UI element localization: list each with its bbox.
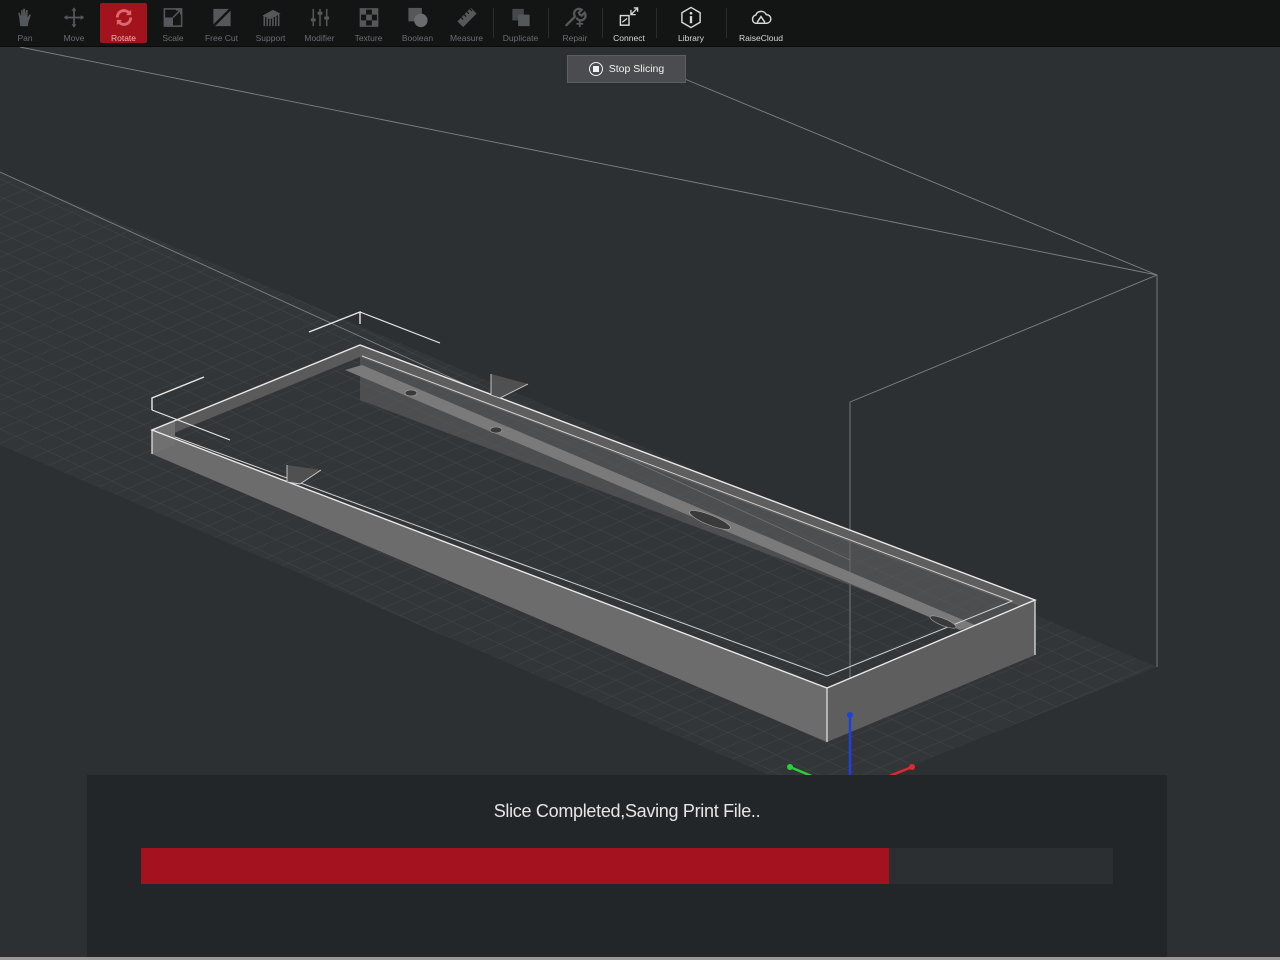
hand-icon [18, 8, 31, 27]
modifier-tool-label: Modifier [304, 33, 335, 43]
library-tool-label: Library [678, 33, 704, 43]
boolean-tool-label: Boolean [401, 33, 434, 43]
support-icon [261, 9, 281, 27]
move-tool-button[interactable]: Move [51, 3, 97, 43]
measure-tool-label: Measure [449, 33, 484, 43]
modifier-sliders-icon [310, 8, 329, 27]
ruler-icon [456, 7, 477, 28]
toolbar-divider [493, 8, 494, 38]
duplicate-tool-label: Duplicate [502, 33, 539, 43]
stop-slicing-label: Stop Slicing [608, 63, 665, 75]
cloud-icon [751, 10, 772, 24]
raisecloud-tool-button[interactable]: RaiseCloud [734, 3, 788, 43]
wrench-icon [565, 7, 587, 28]
pan-tool-button[interactable]: Pan [2, 3, 48, 43]
texture-tool-button[interactable]: Texture [345, 3, 392, 43]
free-cut-tool-label: Free Cut [204, 33, 239, 43]
toolbar-divider [726, 8, 727, 38]
boolean-icon [407, 7, 428, 28]
progress-bar-fill [141, 848, 890, 884]
texture-tool-label: Texture [354, 33, 383, 43]
scale-icon [163, 8, 183, 27]
repair-tool-button[interactable]: Repair [552, 3, 598, 43]
free-cut-icon [212, 8, 231, 27]
toolbar-divider [602, 8, 603, 38]
library-tool-button[interactable]: Library [664, 3, 718, 43]
texture-checker-icon [359, 8, 378, 27]
modifier-tool-button[interactable]: Modifier [296, 3, 343, 43]
support-tool-button[interactable]: Support [247, 3, 294, 43]
toolbar-divider [548, 8, 549, 38]
pan-tool-label: Pan [17, 33, 33, 43]
progress-bar-track [141, 848, 1113, 884]
toolbar-divider [656, 8, 657, 38]
top-toolbar: Pan Move Rotate Scale Free Cut Support M… [0, 0, 1280, 47]
support-tool-label: Support [255, 33, 286, 43]
slicing-progress-panel: Slice Completed,Saving Print File.. [87, 775, 1167, 960]
measure-tool-button[interactable]: Measure [443, 3, 490, 43]
connect-icon [619, 7, 639, 26]
repair-tool-label: Repair [562, 33, 588, 43]
stop-slicing-button[interactable]: Stop Slicing [567, 55, 686, 83]
scale-tool-label: Scale [162, 33, 184, 43]
move-tool-label: Move [63, 33, 85, 43]
free-cut-tool-button[interactable]: Free Cut [198, 3, 245, 43]
move-arrows-icon [63, 7, 85, 28]
stop-circle-icon [588, 62, 603, 76]
rotate-tool-button[interactable]: Rotate [100, 3, 147, 43]
rotate-icon [115, 9, 132, 26]
duplicate-icon [511, 8, 530, 27]
duplicate-tool-button[interactable]: Duplicate [497, 3, 544, 43]
raisecloud-tool-label: RaiseCloud [739, 33, 783, 43]
progress-status-text: Slice Completed,Saving Print File.. [493, 801, 761, 821]
connect-tool-label: Connect [613, 33, 645, 43]
info-hexagon-icon [681, 6, 701, 29]
scale-tool-button[interactable]: Scale [150, 3, 196, 43]
rotate-tool-label: Rotate [110, 33, 137, 43]
connect-tool-button[interactable]: Connect [606, 3, 652, 43]
boolean-tool-button[interactable]: Boolean [394, 3, 441, 43]
